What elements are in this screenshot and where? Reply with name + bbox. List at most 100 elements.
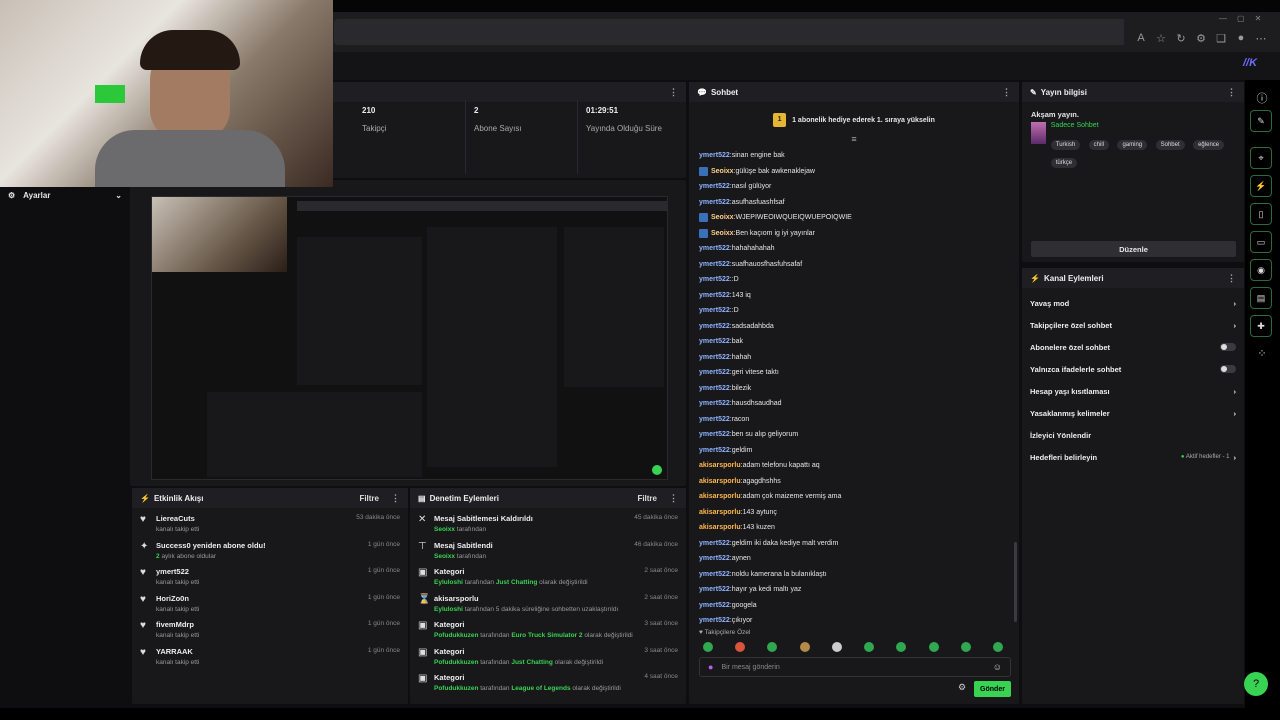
emote-icon[interactable]	[831, 642, 842, 652]
chevron-down-icon: ⌄	[115, 190, 122, 200]
category-name[interactable]: Sadece Sohbet	[1051, 122, 1235, 129]
stream-info-menu-icon[interactable]: ⋮	[1227, 87, 1236, 98]
chat-username[interactable]: ymert522	[699, 571, 730, 578]
chat-message: Seoixx: gülüşe bak awkenaklejaw	[699, 164, 1009, 180]
chat-username[interactable]: ymert522	[699, 400, 730, 407]
activity-filter-button[interactable]: Filtre	[359, 494, 379, 503]
settings-dropdown[interactable]: ⚙ Ayarlar ⌄	[0, 187, 130, 203]
address-bar[interactable]	[334, 19, 1124, 45]
chat-username[interactable]: akisarsporlu	[699, 493, 741, 500]
chat-input[interactable]: ● Bir mesaj gönderin ☺	[699, 657, 1011, 677]
action-raid[interactable]: İzleyici Yönlendir	[1022, 424, 1244, 446]
chat-bubble-icon[interactable]: ▭	[1250, 231, 1272, 253]
stats-menu-icon[interactable]: ⋮	[669, 87, 678, 98]
chat-username[interactable]: ymert522	[699, 338, 730, 345]
microphone-icon[interactable]: ●	[708, 662, 713, 672]
chat-username[interactable]: ymert522	[699, 292, 730, 299]
action-slow-mode[interactable]: Yavaş mod ›	[1022, 292, 1244, 314]
maximize-icon[interactable]: ▢	[1237, 14, 1245, 23]
info-icon[interactable]: ⓘ	[1254, 90, 1270, 106]
chat-username[interactable]: Seoixx	[711, 230, 734, 237]
send-button[interactable]: Gönder	[974, 681, 1011, 697]
chat-username[interactable]: akisarsporlu	[699, 524, 741, 531]
moderation-menu-icon[interactable]: ⋮	[669, 493, 678, 504]
chat-message: akisarsporlu: 143 kuzen	[699, 520, 1009, 536]
chat-scrollbar[interactable]	[1014, 542, 1017, 622]
chat-username[interactable]: ymert522	[699, 323, 730, 330]
chat-username[interactable]: ymert522	[699, 447, 730, 454]
chat-settings-icon[interactable]: ⚙	[958, 682, 966, 693]
emote-icon[interactable]	[799, 642, 810, 652]
emote-only-toggle[interactable]	[1220, 365, 1236, 373]
chat-username[interactable]: ymert522	[699, 555, 730, 562]
action-goals[interactable]: Hedefleri belirleyin ● Aktif hedefler - 1…	[1022, 446, 1244, 468]
gift-banner[interactable]: 1 1 abonelik hediye ederek 1. sıraya yük…	[689, 106, 1019, 134]
mod-game: Just Chatting	[511, 658, 553, 666]
chat-username[interactable]: ymert522	[699, 416, 730, 423]
help-icon[interactable]: ?	[1244, 672, 1268, 696]
chat-username[interactable]: akisarsporlu	[699, 462, 741, 469]
minimize-icon[interactable]: —	[1219, 14, 1227, 23]
chat-username[interactable]: ymert522	[699, 586, 730, 593]
action-banned-words[interactable]: Yasaklanmış kelimeler ›	[1022, 402, 1244, 424]
tag: Sohbet	[1155, 140, 1185, 150]
edit-button[interactable]: Düzenle	[1031, 241, 1236, 257]
chat-username[interactable]: ymert522	[699, 385, 730, 392]
chat-username[interactable]: Seoixx	[711, 168, 734, 175]
moderation-filter-button[interactable]: Filtre	[637, 494, 657, 503]
broadcast-icon[interactable]: ◉	[1250, 259, 1272, 281]
refresh-icon[interactable]: ↻	[1173, 32, 1189, 45]
emoji-icon[interactable]: ☺	[993, 662, 1002, 672]
subscribers-only-toggle[interactable]	[1220, 343, 1236, 351]
chat-username[interactable]: Seoixx	[711, 214, 734, 221]
extensions-icon[interactable]: ⚙	[1193, 32, 1209, 45]
action-account-age[interactable]: Hesap yaşı kısıtlaması ›	[1022, 380, 1244, 402]
activity-menu-icon[interactable]: ⋮	[391, 493, 400, 504]
event-name: Success0 yeniden abone oldu!	[156, 540, 266, 550]
list-item: ▣ Kategori Pofudukkuzen tarafından Euro T…	[410, 620, 686, 647]
document-icon[interactable]: ▯	[1250, 203, 1272, 225]
wrench-icon[interactable]: ✚	[1250, 315, 1272, 337]
chat-username[interactable]: ymert522	[699, 354, 730, 361]
channel-actions-menu-icon[interactable]: ⋮	[1227, 273, 1236, 284]
emote-icon[interactable]	[992, 642, 1003, 652]
emote-icon[interactable]	[896, 642, 907, 652]
emote-icon[interactable]	[864, 642, 875, 652]
chat-username[interactable]: ymert522	[699, 261, 730, 268]
chat-username[interactable]: ymert522	[699, 245, 730, 252]
pencil-icon[interactable]: ✎	[1250, 110, 1272, 132]
profile-icon[interactable]: ●	[1233, 32, 1249, 45]
stream-preview[interactable]	[151, 196, 668, 480]
chat-username[interactable]: ymert522	[699, 431, 730, 438]
emote-icon[interactable]	[767, 642, 778, 652]
chat-username[interactable]: akisarsporlu	[699, 478, 741, 485]
chat-username[interactable]: ymert522	[699, 199, 730, 206]
chat-username[interactable]: ymert522	[699, 540, 730, 547]
chat-username[interactable]: ymert522	[699, 617, 730, 624]
target-icon[interactable]: ⌖	[1250, 147, 1272, 169]
close-icon[interactable]: ✕	[1255, 14, 1262, 23]
favorite-icon[interactable]: ☆	[1153, 32, 1169, 45]
emote-icon[interactable]	[703, 642, 713, 652]
lightning-icon[interactable]: ⚡	[1250, 175, 1272, 197]
plus-grid-icon[interactable]: ⁘	[1254, 347, 1270, 360]
emote-icon[interactable]	[928, 642, 939, 652]
filter-icon[interactable]: ≡	[689, 134, 1019, 148]
chat-username[interactable]: ymert522	[699, 602, 730, 609]
settings-menu-icon[interactable]: ⋯	[1253, 32, 1269, 45]
action-followers-only[interactable]: Takipçilere özel sohbet ›	[1022, 314, 1244, 336]
layout-icon[interactable]: ▤	[1250, 287, 1272, 309]
chat-message: akisarsporlu: 143 aytunç	[699, 505, 1009, 521]
chat-username[interactable]: akisarsporlu	[699, 509, 741, 516]
chat-username[interactable]: ymert522	[699, 152, 730, 159]
collections-icon[interactable]: ❑	[1213, 32, 1229, 45]
browser-icons: A ☆ ↻ ⚙ ❑ ● ⋯	[1133, 32, 1269, 45]
read-aloud-icon[interactable]: A	[1133, 32, 1149, 45]
emote-icon[interactable]	[960, 642, 971, 652]
chat-username[interactable]: ymert522	[699, 276, 730, 283]
chat-username[interactable]: ymert522	[699, 307, 730, 314]
emote-icon[interactable]	[735, 642, 746, 652]
chat-username[interactable]: ymert522	[699, 183, 730, 190]
chat-menu-icon[interactable]: ⋮	[1002, 87, 1011, 98]
chat-username[interactable]: ymert522	[699, 369, 730, 376]
